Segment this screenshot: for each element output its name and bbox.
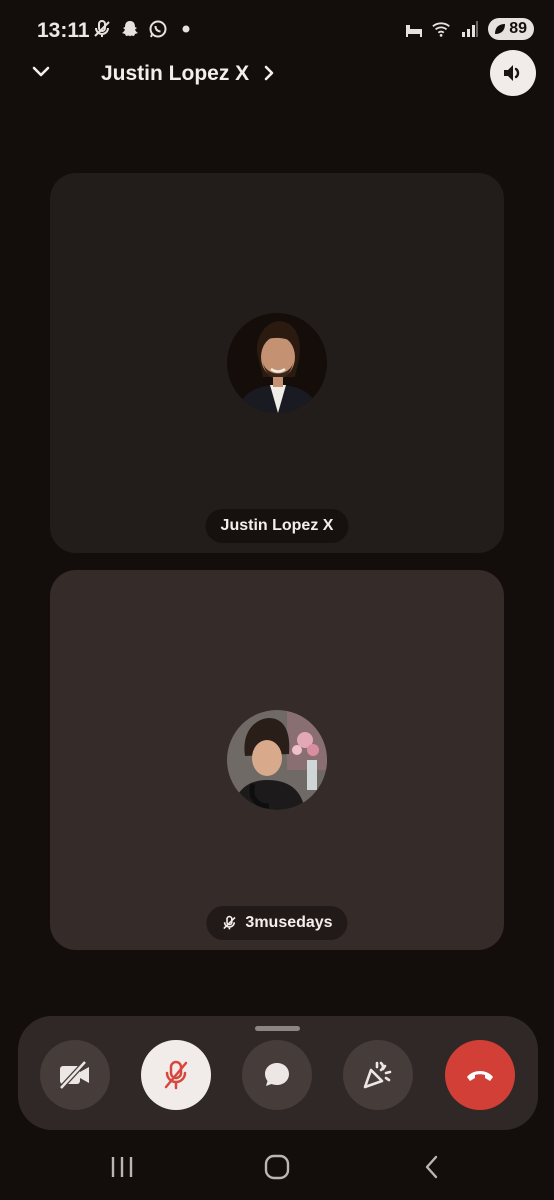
leaf-icon [495, 24, 506, 34]
minimize-call-button[interactable] [27, 58, 55, 86]
mic-off-icon [92, 18, 112, 40]
microphone-muted-icon [164, 1060, 188, 1090]
avatar-justin-image [227, 313, 327, 413]
sleep-icon [404, 18, 424, 40]
whatsapp-icon [148, 18, 168, 40]
status-bar: 13:11 89 [0, 0, 554, 56]
snapchat-icon [120, 18, 140, 40]
chevron-down-icon [32, 66, 50, 77]
battery-indicator: 89 [488, 18, 534, 40]
home-icon [264, 1154, 290, 1180]
system-icons: 89 [404, 18, 534, 40]
call-title[interactable]: Justin Lopez X [101, 62, 249, 86]
party-popper-icon [363, 1061, 392, 1089]
notification-icons [92, 18, 196, 40]
recents-icon [111, 1157, 133, 1177]
navigation-bar [0, 1140, 554, 1200]
mic-off-icon [223, 915, 236, 930]
participant-tile[interactable]: 3musedays [50, 570, 504, 950]
back-icon [425, 1155, 438, 1179]
participant-name-pill: Justin Lopez X [205, 509, 349, 543]
wifi-icon [432, 18, 452, 40]
recents-button[interactable] [102, 1150, 142, 1184]
avatar [227, 710, 327, 810]
camera-toggle-button[interactable] [40, 1040, 110, 1110]
hang-up-icon [467, 1071, 493, 1081]
chat-bubble-icon [265, 1063, 289, 1086]
chat-button[interactable] [242, 1040, 312, 1110]
end-call-button[interactable] [445, 1040, 515, 1110]
avatar-3musedays-image [227, 710, 327, 810]
chevron-right-icon[interactable] [262, 63, 276, 83]
participant-name-pill: 3musedays [206, 906, 348, 940]
activities-button[interactable] [343, 1040, 413, 1110]
avatar [227, 313, 327, 413]
back-button[interactable] [412, 1150, 452, 1184]
call-header: Justin Lopez X [0, 50, 554, 96]
participant-tile[interactable]: Justin Lopez X [50, 173, 504, 553]
mute-button[interactable] [141, 1040, 211, 1110]
speaker-button[interactable] [490, 50, 536, 96]
signal-icon [460, 18, 480, 40]
camera-off-icon [59, 1060, 89, 1090]
dot-icon [176, 18, 196, 40]
home-button[interactable] [257, 1150, 297, 1184]
participant-name: 3musedays [245, 914, 333, 931]
status-time: 13:11 [37, 19, 90, 42]
battery-level: 89 [509, 20, 527, 37]
drag-handle[interactable] [255, 1026, 300, 1031]
call-controls [18, 1016, 538, 1130]
participant-name: Justin Lopez X [220, 517, 334, 534]
speaker-icon [504, 65, 520, 81]
